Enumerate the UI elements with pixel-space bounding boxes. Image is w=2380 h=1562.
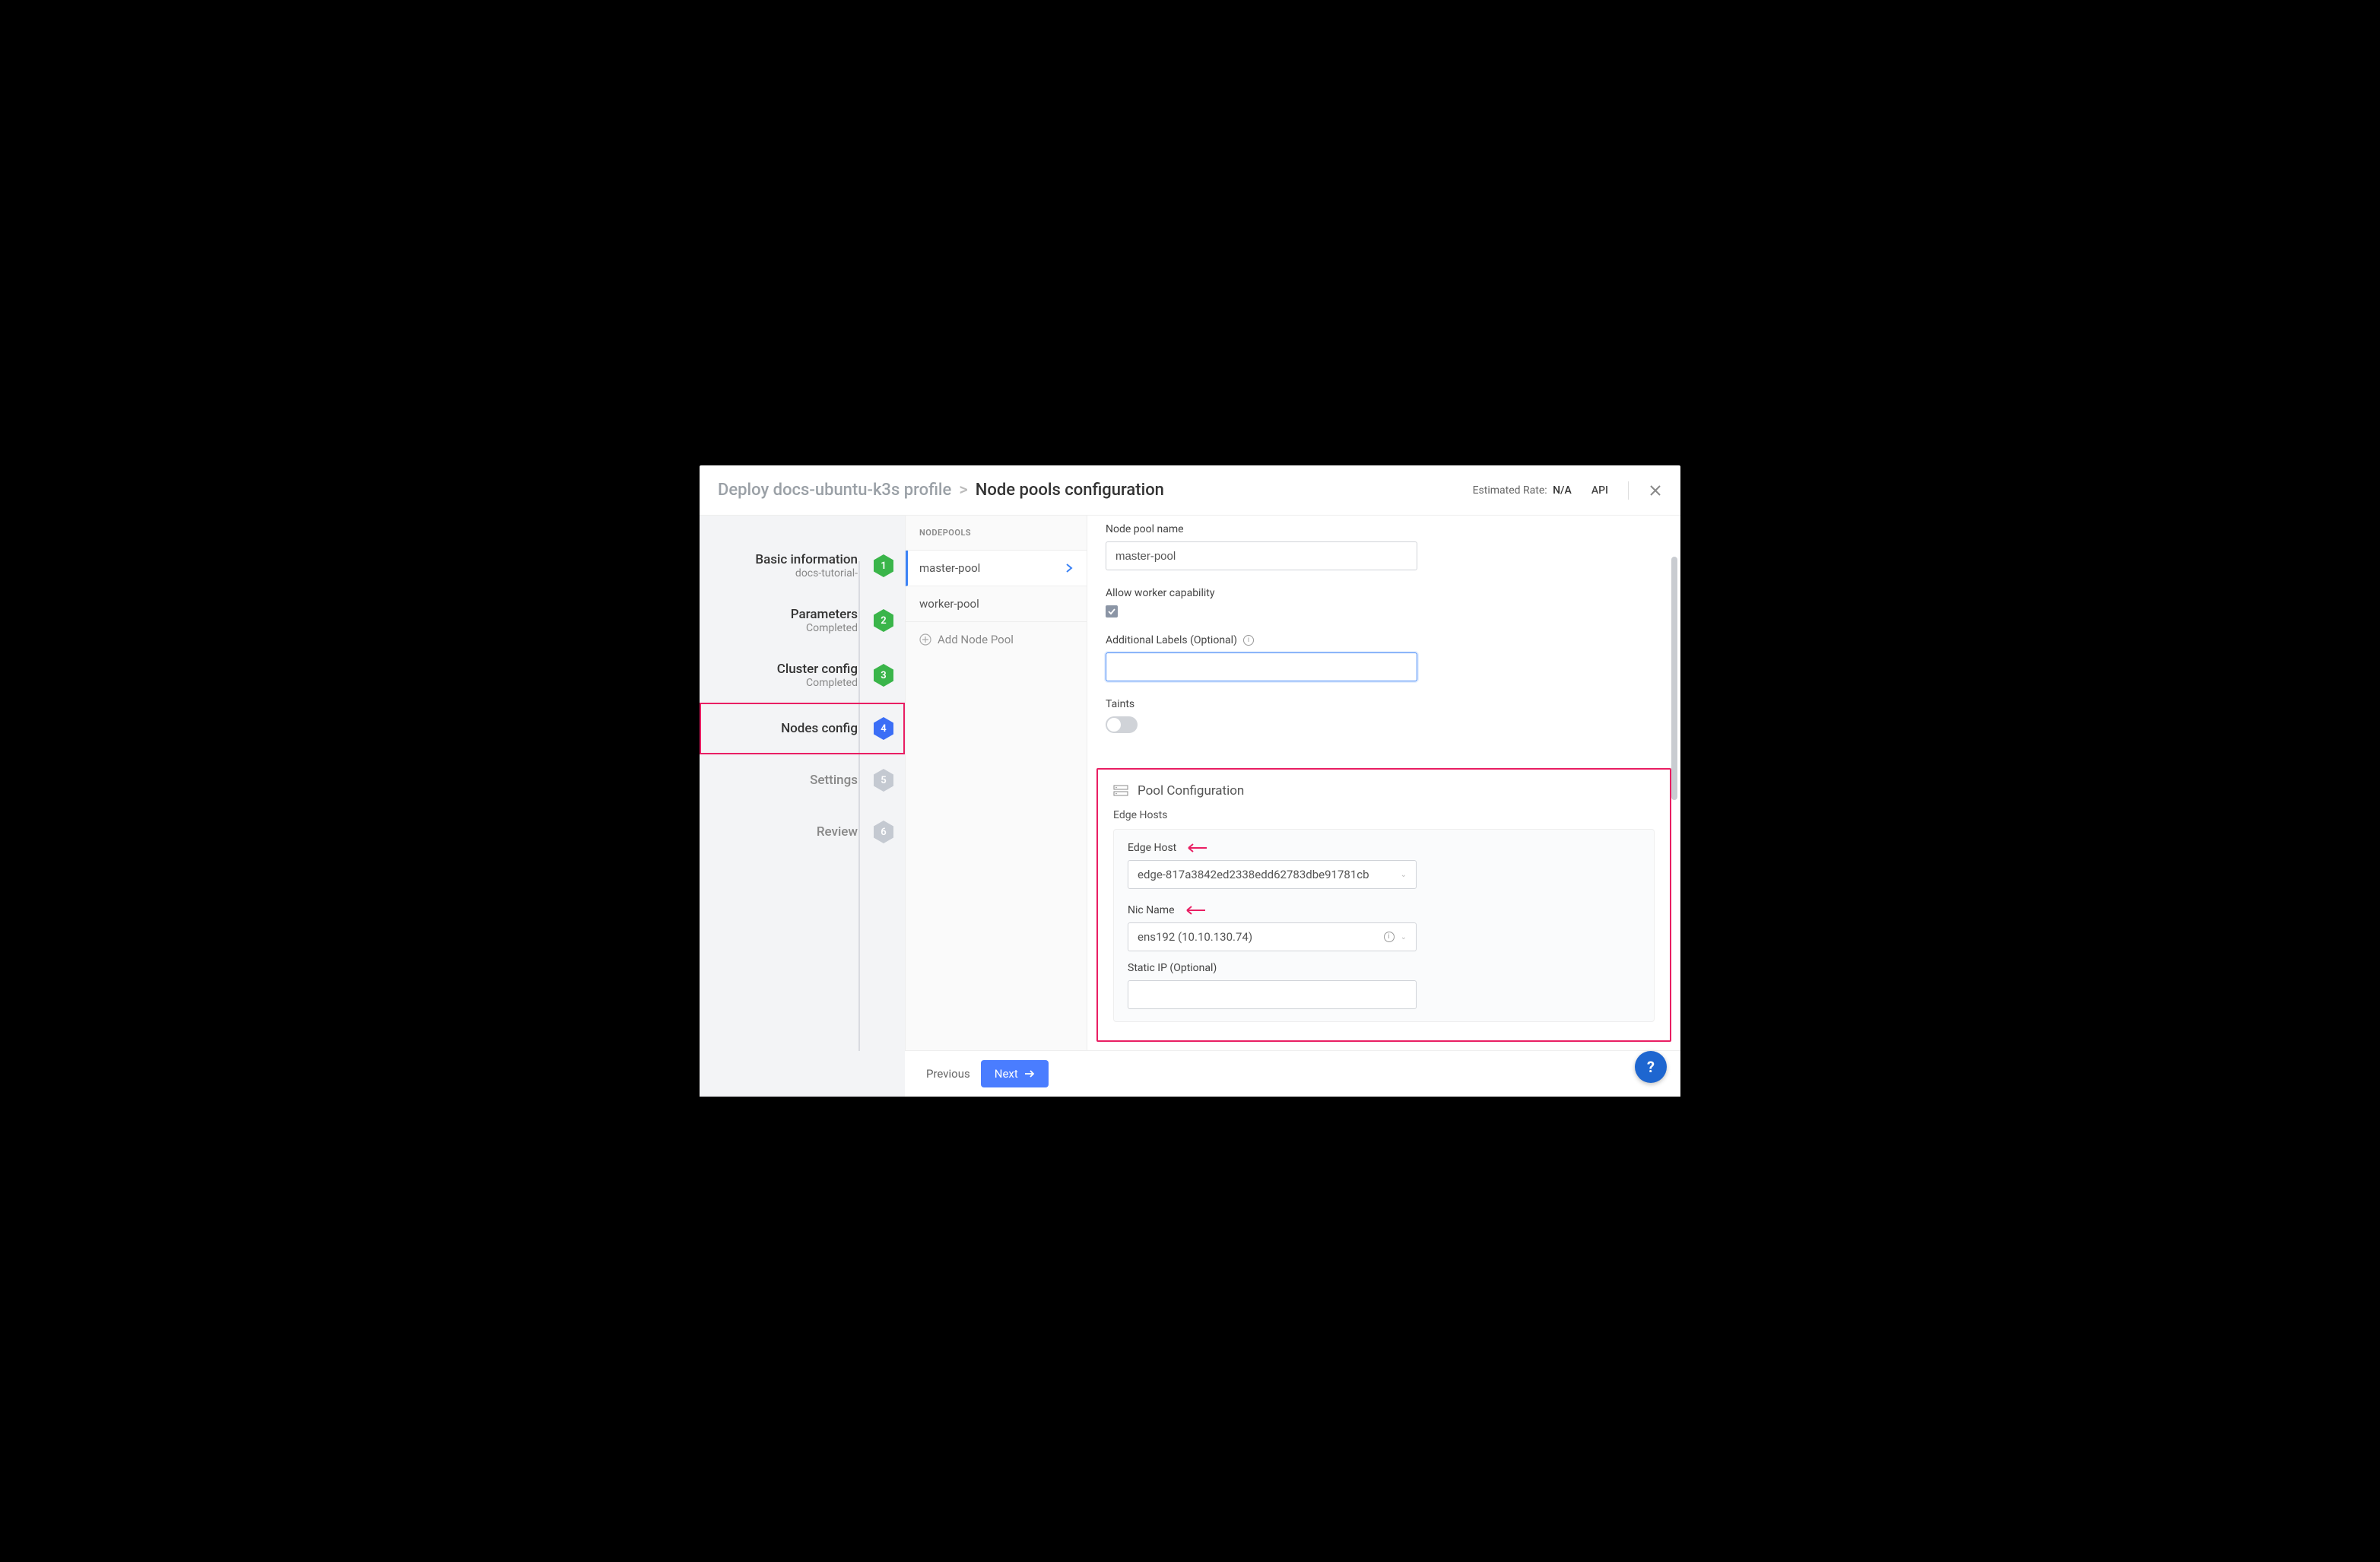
chevron-down-icon: ⌄	[1401, 871, 1407, 879]
static-ip-label: Static IP (Optional)	[1128, 962, 1640, 974]
estimated-rate-label: Estimated Rate:	[1473, 484, 1547, 497]
host-card: Edge Host edge-817a3842ed2338edd62783dbe…	[1113, 829, 1655, 1022]
labels-label-text: Additional Labels (Optional)	[1106, 634, 1237, 646]
pool-config-header: Pool Configuration	[1113, 783, 1655, 798]
step-badge: 3	[873, 663, 894, 687]
step-title: Cluster config	[700, 662, 858, 677]
plus-circle-icon	[919, 633, 931, 646]
api-link[interactable]: API	[1591, 484, 1608, 497]
edge-host-label-row: Edge Host	[1128, 842, 1640, 854]
info-icon[interactable]: i	[1243, 635, 1254, 646]
previous-button[interactable]: Previous	[926, 1067, 970, 1081]
edge-host-select[interactable]: edge-817a3842ed2338edd62783dbe91781cb ⌄	[1128, 860, 1417, 889]
step-title: Settings	[700, 773, 858, 788]
taints-toggle[interactable]	[1106, 716, 1138, 733]
step-badge: 4	[873, 716, 894, 741]
step-text: Parameters Completed	[700, 607, 861, 634]
pool-name-input[interactable]	[1106, 541, 1417, 570]
header-right: Estimated Rate: N/A API	[1473, 481, 1662, 500]
step-title: Review	[700, 824, 858, 840]
step-text: Nodes config	[700, 721, 861, 736]
step-sub: Completed	[700, 677, 858, 689]
form-area: Node pool name Allow worker capability A…	[1087, 516, 1680, 1097]
step-text: Settings	[700, 773, 861, 788]
field-taints: Taints	[1106, 698, 1662, 733]
step-review[interactable]: Review 6	[700, 806, 905, 858]
close-icon	[1649, 484, 1662, 497]
footer: Previous Next	[905, 1050, 1680, 1097]
server-icon	[1113, 785, 1128, 797]
chevron-right-icon	[1065, 563, 1073, 573]
next-label: Next	[995, 1067, 1018, 1081]
check-icon	[1108, 608, 1115, 615]
taints-label: Taints	[1106, 698, 1662, 710]
app-window: Deploy docs-ubuntu-k3s profile > Node po…	[700, 465, 1680, 1097]
step-title: Basic information	[700, 552, 858, 567]
stepper: Basic information docs-tutorial- 1 Param…	[700, 516, 905, 1097]
scrollbar[interactable]	[1671, 557, 1677, 800]
pool-name-label: Node pool name	[1106, 523, 1662, 535]
pool-configuration-block: Pool Configuration Edge Hosts Edge Host …	[1096, 768, 1671, 1042]
nic-name-label: Nic Name	[1128, 904, 1175, 916]
nodepool-label: master-pool	[919, 561, 980, 575]
step-title: Parameters	[700, 607, 858, 622]
breadcrumb: Deploy docs-ubuntu-k3s profile > Node po…	[718, 481, 1164, 500]
step-nodes-config[interactable]: Nodes config 4	[700, 703, 905, 754]
nic-name-select[interactable]: ens192 (10.10.130.74) i ⌄	[1128, 922, 1417, 951]
step-badge: 1	[873, 554, 894, 578]
nodepool-label: worker-pool	[919, 597, 979, 611]
field-additional-labels: Additional Labels (Optional) i	[1106, 634, 1662, 681]
breadcrumb-prefix: Deploy docs-ubuntu-k3s profile	[718, 481, 951, 500]
next-button[interactable]: Next	[981, 1060, 1049, 1087]
labels-input[interactable]	[1106, 652, 1417, 681]
allow-worker-label: Allow worker capability	[1106, 587, 1662, 599]
estimated-rate: Estimated Rate: N/A	[1473, 484, 1572, 497]
step-badge: 5	[873, 768, 894, 792]
breadcrumb-sep: >	[959, 481, 967, 500]
estimated-rate-value: N/A	[1553, 484, 1572, 497]
field-allow-worker: Allow worker capability	[1106, 587, 1662, 617]
nic-name-label-row: Nic Name	[1128, 904, 1640, 916]
edge-hosts-label: Edge Hosts	[1113, 809, 1655, 821]
arrow-right-icon	[1024, 1069, 1035, 1078]
step-basic-information[interactable]: Basic information docs-tutorial- 1	[700, 538, 905, 593]
step-badge: 2	[873, 608, 894, 633]
nic-name-value: ens192 (10.10.130.74)	[1138, 930, 1252, 944]
step-text: Review	[700, 824, 861, 840]
pool-config-title: Pool Configuration	[1138, 783, 1244, 798]
info-icon[interactable]: i	[1384, 932, 1395, 942]
body: Basic information docs-tutorial- 1 Param…	[700, 516, 1680, 1097]
step-badge: 6	[873, 820, 894, 844]
labels-label: Additional Labels (Optional) i	[1106, 634, 1662, 646]
step-settings[interactable]: Settings 5	[700, 754, 905, 806]
step-text: Basic information docs-tutorial-	[700, 552, 861, 579]
chevron-down-icon: ⌄	[1401, 933, 1407, 941]
field-pool-name: Node pool name	[1106, 523, 1662, 570]
allow-worker-checkbox[interactable]	[1106, 605, 1118, 617]
help-button[interactable]: ?	[1635, 1051, 1667, 1083]
page-header: Deploy docs-ubuntu-k3s profile > Node po…	[700, 465, 1680, 516]
step-sub: docs-tutorial-	[700, 567, 858, 579]
header-divider	[1628, 481, 1629, 500]
edge-host-label: Edge Host	[1128, 842, 1176, 854]
breadcrumb-current: Node pools configuration	[976, 481, 1164, 500]
arrow-marker-icon	[1182, 906, 1205, 915]
step-cluster-config[interactable]: Cluster config Completed 3	[700, 648, 905, 703]
step-sub: Completed	[700, 622, 858, 634]
step-parameters[interactable]: Parameters Completed 2	[700, 593, 905, 648]
step-title: Nodes config	[700, 721, 858, 736]
arrow-marker-icon	[1184, 843, 1207, 852]
nodepool-item-worker-pool[interactable]: worker-pool	[906, 586, 1087, 622]
add-node-pool-button[interactable]: Add Node Pool	[906, 622, 1087, 657]
edge-host-value: edge-817a3842ed2338edd62783dbe91781cb	[1138, 868, 1369, 881]
nodepool-column: NODEPOOLS master-pool worker-pool Add Nod…	[905, 516, 1087, 1097]
add-node-pool-label: Add Node Pool	[938, 633, 1014, 646]
close-button[interactable]	[1649, 484, 1662, 497]
nodepool-item-master-pool[interactable]: master-pool	[906, 551, 1087, 586]
nodepool-header: NODEPOOLS	[906, 516, 1087, 551]
static-ip-input[interactable]	[1128, 980, 1417, 1009]
step-text: Cluster config Completed	[700, 662, 861, 689]
